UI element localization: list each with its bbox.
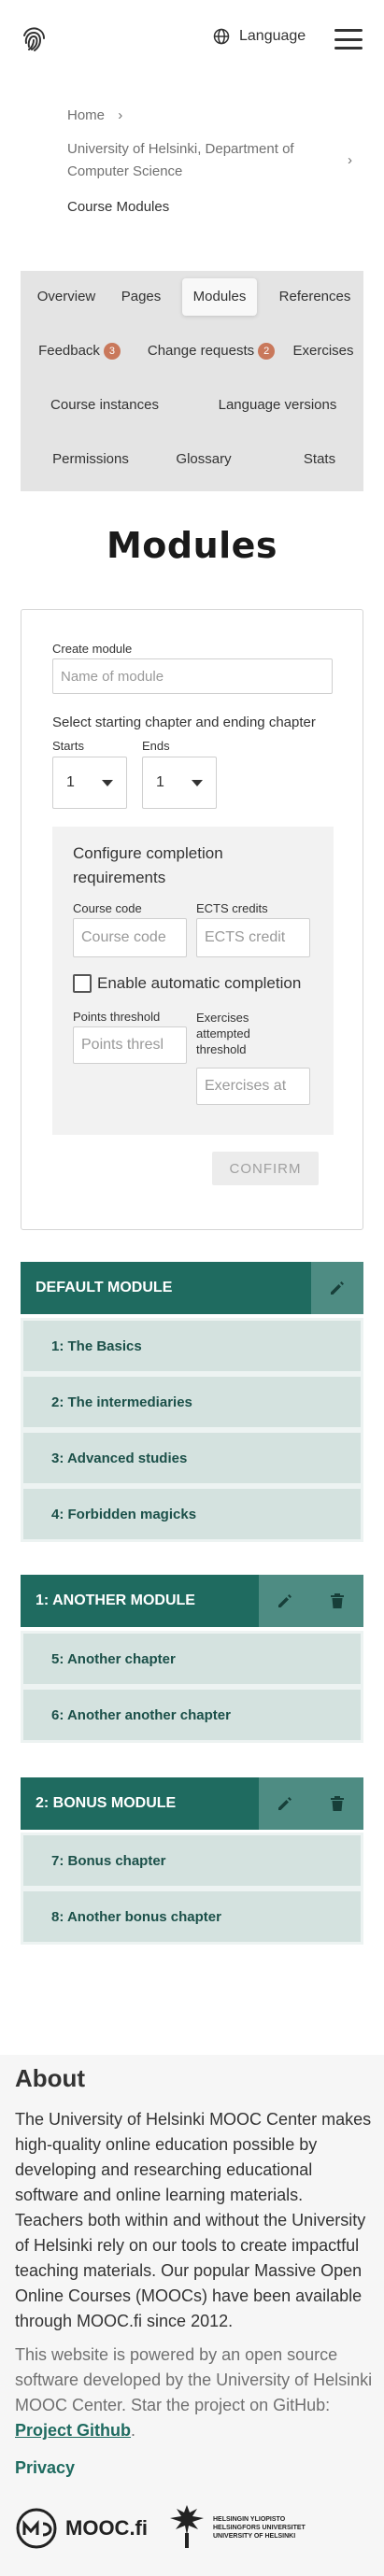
module-title: DEFAULT MODULE — [36, 1280, 173, 1295]
ects-input[interactable]: ECTS credit — [196, 918, 310, 957]
points-threshold-input[interactable]: Points thresl — [73, 1026, 187, 1064]
tab-stats[interactable]: Stats — [292, 441, 348, 478]
module-name-input[interactable]: Name of module — [52, 658, 333, 694]
course-code-label: Course code — [73, 901, 142, 915]
edit-module-button[interactable] — [311, 1262, 363, 1314]
chapter-item[interactable]: 8: Another bonus chapter — [21, 1889, 363, 1945]
tab-modules[interactable]: Modules — [182, 278, 257, 316]
module-header: DEFAULT MODULE — [21, 1262, 363, 1314]
chapter-item[interactable]: 2: The intermediaries — [21, 1374, 363, 1430]
globe-icon — [213, 28, 230, 45]
delete-module-button[interactable] — [311, 1575, 363, 1627]
tab-course-instances[interactable]: Course instances — [39, 387, 170, 424]
ects-label: ECTS credits — [196, 901, 268, 915]
ends-select-value: 1 — [156, 774, 164, 790]
tab-change-requests[interactable]: Change requests 2 — [136, 333, 286, 370]
exercises-threshold-input[interactable]: Exercises at — [196, 1068, 310, 1105]
chevron-down-icon — [102, 779, 113, 786]
tab-feedback[interactable]: Feedback 3 — [30, 333, 129, 370]
language-label: Language — [239, 28, 306, 44]
site-footer: About The University of Helsinki MOOC Ce… — [0, 2055, 384, 2576]
ends-select[interactable]: 1 — [142, 757, 217, 809]
footer-description: The University of Helsinki MOOC Center m… — [15, 2110, 372, 2330]
module-header: 2: BONUS MODULE — [21, 1777, 363, 1830]
chapter-item[interactable]: 1: The Basics — [21, 1318, 363, 1374]
site-header — [0, 0, 384, 78]
auto-completion-checkbox[interactable] — [73, 974, 92, 993]
change-requests-count-badge: 2 — [258, 343, 276, 360]
pencil-icon — [278, 1594, 292, 1607]
completion-requirements-panel: Configure completion requirements Course… — [52, 827, 334, 1135]
university-logo-text: HELSINGIN YLIOPISTO HELSINGFORS UNIVERSI… — [213, 2515, 306, 2540]
module-title: 2: BONUS MODULE — [36, 1795, 177, 1811]
tab-exercises[interactable]: Exercises — [286, 333, 361, 370]
chevron-down-icon — [192, 779, 203, 786]
helsinki-torch-icon — [170, 2505, 204, 2548]
footer-opensource-prefix: This website is powered by an open sourc… — [15, 2345, 373, 2414]
breadcrumb-separator: › — [348, 152, 352, 168]
module-header: 1: ANOTHER MODULE — [21, 1575, 363, 1627]
tab-pages[interactable]: Pages — [116, 278, 166, 316]
edit-module-button[interactable] — [259, 1777, 311, 1830]
tab-glossary[interactable]: Glossary — [166, 441, 241, 478]
footer-opensource-suffix: . — [131, 2421, 136, 2440]
footer-opensource-text: This website is powered by an open sourc… — [15, 2342, 375, 2443]
starts-select-value: 1 — [66, 774, 75, 790]
chapter-item[interactable]: 3: Advanced studies — [21, 1430, 363, 1486]
starts-select[interactable]: 1 — [52, 757, 127, 809]
fingerprint-icon[interactable] — [19, 24, 49, 54]
breadcrumb-home-link[interactable]: Home — [67, 107, 105, 123]
module-title: 1: ANOTHER MODULE — [36, 1592, 195, 1608]
confirm-button[interactable]: CONFIRM — [212, 1152, 319, 1185]
create-module-label: Create module — [52, 642, 133, 656]
privacy-link[interactable]: Privacy — [15, 2458, 75, 2478]
pencil-icon — [278, 1797, 292, 1810]
chapter-item[interactable]: 7: Bonus chapter — [21, 1833, 363, 1889]
trash-icon — [331, 1796, 344, 1811]
hamburger-icon[interactable] — [334, 29, 363, 50]
mooc-logo-text: MOOC.fi — [65, 2516, 148, 2540]
github-link[interactable]: Project Github — [15, 2421, 131, 2440]
feedback-count-badge: 3 — [103, 343, 121, 360]
completion-title: Configure completion requirements — [73, 844, 223, 886]
breadcrumb-current: Course Modules — [67, 199, 170, 215]
points-threshold-label: Points threshold — [73, 1010, 161, 1024]
page-title: Modules — [106, 525, 278, 566]
exercises-threshold-label: Exercises attempted threshold — [196, 1011, 250, 1056]
chapter-item[interactable]: 6: Another another chapter — [21, 1687, 363, 1743]
university-of-helsinki-logo[interactable]: HELSINGIN YLIOPISTO HELSINGFORS UNIVERSI… — [166, 2503, 325, 2552]
create-module-form: Create module Name of module Select star… — [21, 609, 363, 1230]
ends-label: Ends — [142, 739, 170, 753]
chapter-select-label: Select starting chapter and ending chapt… — [52, 715, 316, 730]
course-tabs: Overview Pages Modules References Feedba… — [21, 271, 363, 491]
tab-overview[interactable]: Overview — [32, 278, 101, 316]
mooc-logo[interactable]: MOOC.fi — [15, 2507, 148, 2550]
breadcrumb-separator: › — [118, 107, 123, 123]
tab-permissions[interactable]: Permissions — [39, 441, 142, 478]
course-code-input[interactable]: Course code — [73, 918, 187, 957]
pencil-icon — [331, 1281, 344, 1295]
breadcrumb-organization-link[interactable]: University of Helsinki, Department of Co… — [67, 138, 334, 183]
edit-module-button[interactable] — [259, 1575, 311, 1627]
tab-references[interactable]: References — [273, 278, 357, 316]
language-selector[interactable]: Language — [213, 28, 306, 45]
chapter-item[interactable]: 5: Another chapter — [21, 1631, 363, 1687]
starts-label: Starts — [52, 739, 84, 753]
footer-title: About — [15, 2064, 86, 2092]
tab-change-requests-label: Change requests — [147, 343, 255, 359]
tab-language-versions[interactable]: Language versions — [207, 387, 348, 424]
tab-feedback-label: Feedback — [38, 343, 100, 359]
auto-completion-label: Enable automatic completion — [97, 974, 302, 992]
chapter-item[interactable]: 4: Forbidden magicks — [21, 1486, 363, 1542]
delete-module-button[interactable] — [311, 1777, 363, 1830]
mooc-logo-icon — [16, 2508, 57, 2549]
trash-icon — [331, 1593, 344, 1608]
